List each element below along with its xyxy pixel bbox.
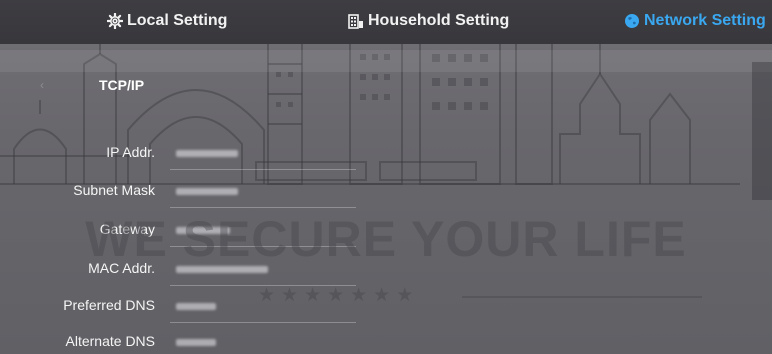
right-edge-watermark (752, 62, 772, 200)
collapse-indicator-icon: ‹ (40, 78, 44, 92)
subnet-mask-value (170, 182, 356, 208)
tab-network-setting[interactable]: Network Setting (624, 10, 766, 32)
watermark-stars: ★★★★★★★ (258, 285, 420, 306)
field-underline (170, 207, 356, 208)
globe-icon (624, 13, 640, 29)
top-nav-bar: Local Setting Household Setting Network (0, 0, 772, 44)
field-underline (170, 169, 356, 170)
watermark-rule (462, 296, 702, 298)
tcpip-panel: ‹ TCP/IP IP Addr. Subnet Mask Gateway MA… (0, 44, 772, 354)
field-label-preferred-dns: Preferred DNS (63, 297, 155, 313)
watermark-slogan: WE SECURE YOUR LIFE (85, 211, 687, 267)
tab-label: Network Setting (644, 12, 766, 29)
tab-household-setting[interactable]: Household Setting (348, 10, 509, 32)
redacted-value (176, 150, 238, 157)
redacted-value (176, 303, 216, 310)
building-icon (348, 13, 364, 29)
field-label-ip-addr: IP Addr. (106, 144, 155, 160)
tab-label: Local Setting (127, 12, 228, 29)
panel-header-strip (0, 50, 772, 72)
tab-label: Household Setting (368, 12, 510, 29)
field-label-subnet-mask: Subnet Mask (73, 182, 155, 198)
redacted-value (176, 339, 216, 346)
gear-icon (107, 13, 123, 29)
section-title: TCP/IP (99, 77, 145, 93)
redacted-value (176, 188, 238, 195)
field-underline (170, 322, 356, 323)
tab-local-setting[interactable]: Local Setting (107, 10, 227, 32)
field-label-alternate-dns: Alternate DNS (65, 333, 155, 349)
ip-addr-value (170, 144, 356, 170)
alternate-dns-value (170, 333, 356, 353)
